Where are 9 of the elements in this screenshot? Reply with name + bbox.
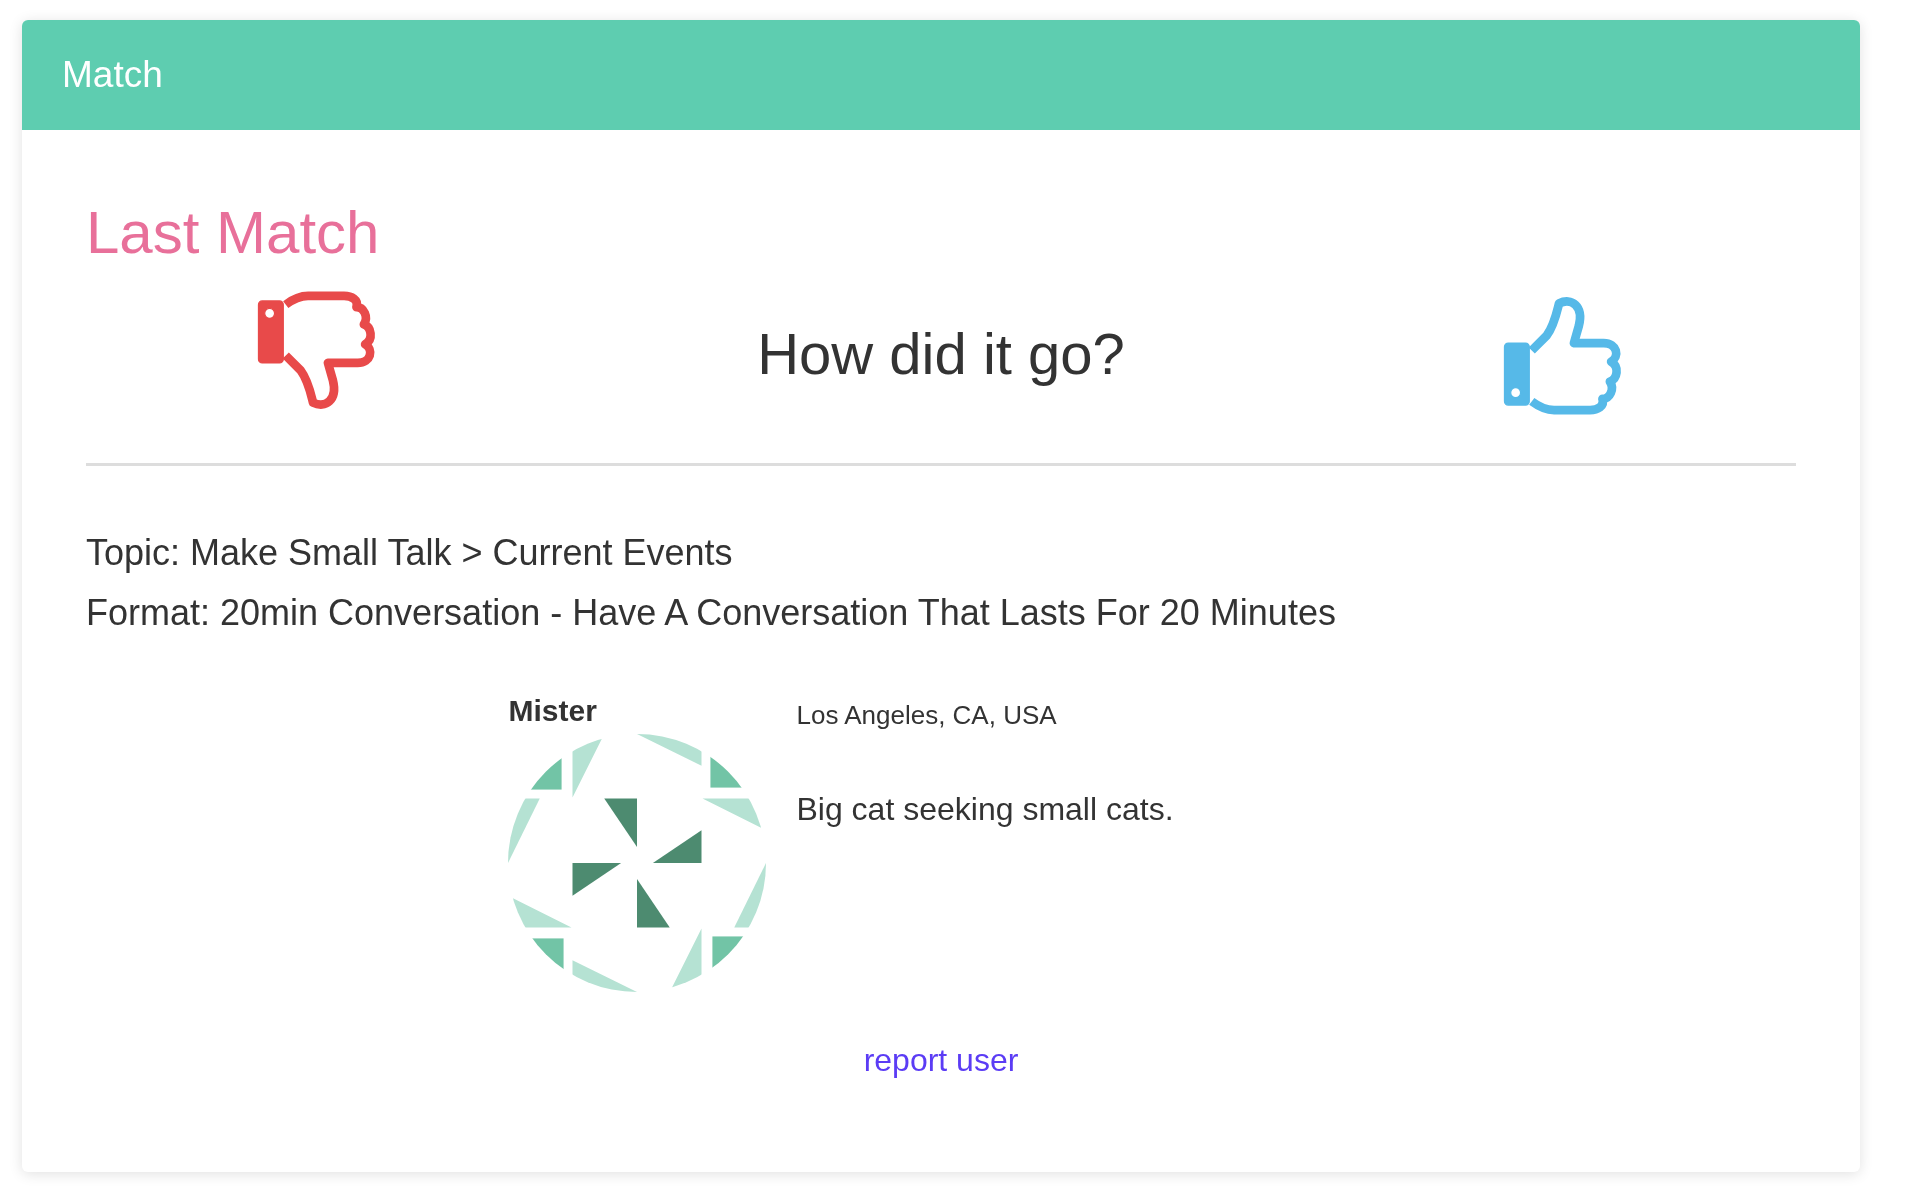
- match-detail: Topic: Make Small Talk > Current Events: [86, 534, 734, 572]
- rating-question: How did it go?: [757, 319, 1125, 387]
- user-name: Mister: [508, 694, 598, 728]
- section-heading: Last Match: [86, 198, 381, 268]
- user-location: Los Angeles, CA, USA: [796, 700, 1058, 731]
- report-user-link[interactable]: report user: [863, 1042, 1019, 1079]
- match-detail: Format: 20min Conversation - Have A Conversation That Lasts For 20 Minutes: [86, 594, 1337, 632]
- header-title: Match: [62, 54, 163, 96]
- user-bio: Big cat seeking small cats.: [796, 791, 1174, 828]
